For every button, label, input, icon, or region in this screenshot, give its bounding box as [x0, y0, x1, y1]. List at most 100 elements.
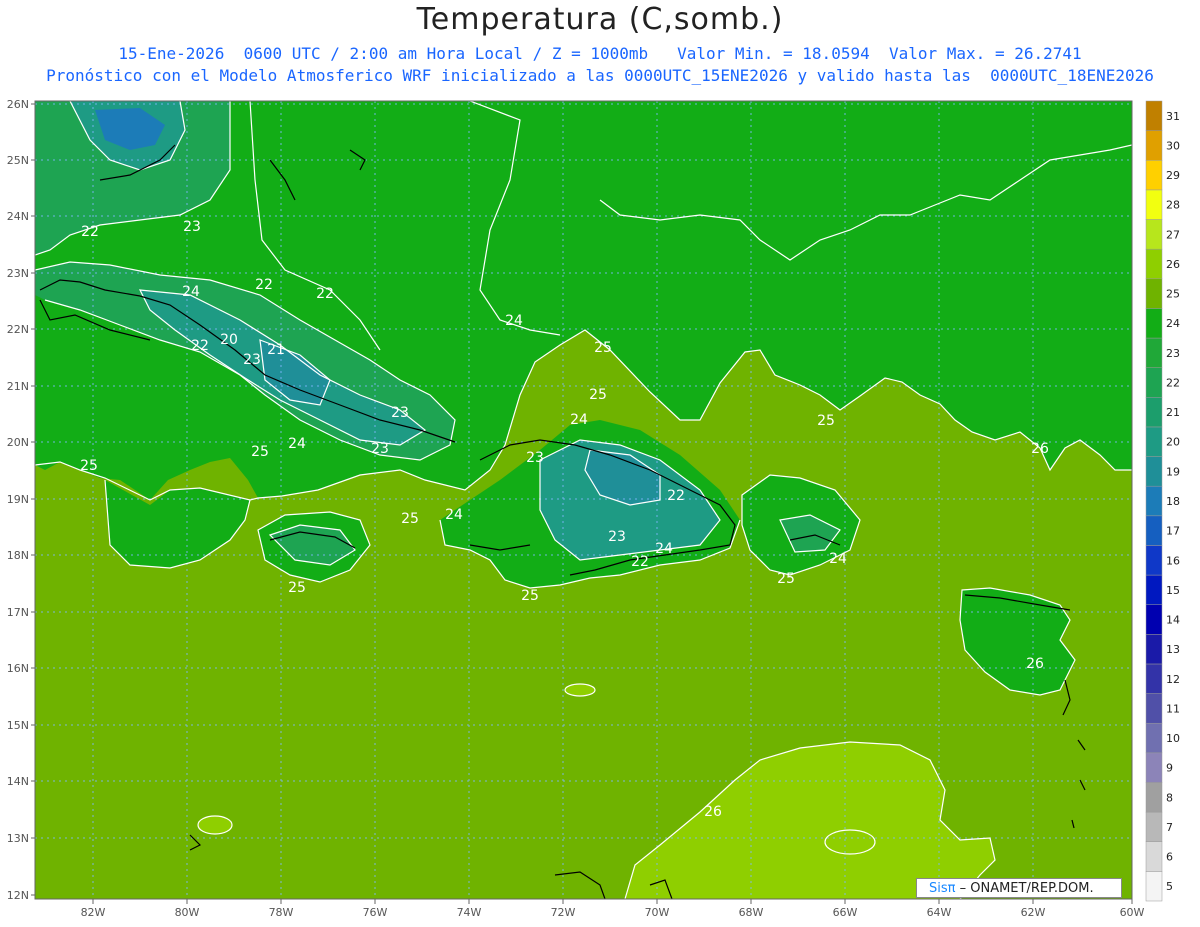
contour-label: 23	[371, 441, 389, 457]
contour-label: 25	[401, 511, 419, 527]
contour-label: 24	[445, 507, 463, 523]
colorbar-label: 23	[1166, 347, 1180, 360]
colorbar-swatch	[1145, 693, 1163, 724]
colorbar-swatch	[1145, 100, 1163, 131]
colorbar-swatch	[1145, 545, 1163, 576]
colorbar-label: 10	[1166, 732, 1180, 745]
latitude-tick-label: 19N	[7, 493, 29, 506]
latitude-tick-label: 18N	[7, 549, 29, 562]
contour-label: 22	[316, 286, 334, 302]
colorbar-swatch	[1145, 367, 1163, 398]
contour-label: 25	[589, 387, 607, 403]
credit-text: – ONAMET/REP.DOM.	[959, 881, 1094, 896]
credit-box: Sisπ – ONAMET/REP.DOM.	[916, 878, 1122, 898]
colorbar-label: 28	[1166, 199, 1180, 212]
longitude-tick-label: 70W	[645, 906, 670, 919]
colorbar-swatch	[1145, 752, 1163, 783]
contour-label: 21	[267, 342, 285, 358]
colorbar-swatch	[1145, 841, 1163, 872]
colorbar-swatch	[1145, 248, 1163, 280]
colorbar-label: 8	[1166, 791, 1173, 804]
latitude-tick-label: 15N	[7, 719, 29, 732]
latitude-axis: 12N 13N 14N 15N 16N 17N 18N 19N 20N 21N 22N 23N 24N 2…	[7, 98, 35, 902]
colorbar-swatch	[1145, 456, 1163, 487]
colorbar-label: 26	[1166, 258, 1180, 271]
colorbar-label: 31	[1166, 110, 1180, 123]
contour-label: 24	[655, 541, 673, 557]
contour-label: 24	[288, 436, 306, 452]
contour-label: 24	[570, 412, 588, 428]
colorbar-swatch	[1145, 574, 1163, 605]
latitude-tick-label: 16N	[7, 662, 29, 675]
colorbar-swatch	[1145, 871, 1163, 902]
map-plot-area: 22 2324 222322 2023212425 232225252425242322…	[35, 101, 1132, 899]
latitude-tick-label: 24N	[7, 210, 29, 223]
colorbar-label: 27	[1166, 228, 1180, 241]
colorbar-swatch	[1145, 485, 1163, 517]
contour-label: 26	[704, 804, 722, 820]
longitude-tick-label: 74W	[457, 906, 482, 919]
contour-label: 22	[631, 554, 649, 570]
contour-label: 25	[594, 340, 612, 356]
longitude-axis: 82W 80W 78W 76W 74W 72W 70W 68W 66W 64W 62W 60W	[81, 899, 1145, 919]
contour-label: 22	[255, 277, 273, 293]
colorbar-label: 7	[1166, 821, 1173, 834]
colorbar-label: 15	[1166, 584, 1180, 597]
colorbar-label: 20	[1166, 436, 1180, 449]
colorbar-swatch	[1145, 219, 1163, 250]
colorbar-label: 22	[1166, 376, 1180, 389]
contour-label: 23	[526, 450, 544, 466]
contour-label: 25	[817, 413, 835, 429]
colorbar-label: 21	[1166, 406, 1180, 419]
contour-label: 24	[829, 551, 847, 567]
contour-label: 25	[288, 580, 306, 596]
latitude-tick-label: 21N	[7, 380, 29, 393]
longitude-tick-label: 82W	[81, 906, 106, 919]
longitude-tick-label: 80W	[175, 906, 200, 919]
colorbar-swatch	[1145, 663, 1163, 694]
credit-brand: Sisπ	[929, 881, 956, 896]
contour-label: 20	[220, 332, 238, 348]
colorbar-swatch	[1145, 782, 1163, 813]
colorbar-label: 29	[1166, 169, 1180, 182]
latitude-tick-label: 22N	[7, 323, 29, 336]
colorbar-label: 16	[1166, 554, 1180, 567]
colorbar-label: 30	[1166, 139, 1180, 152]
colorbar-label: 18	[1166, 495, 1180, 508]
latitude-tick-label: 13N	[7, 832, 29, 845]
colorbar-swatch	[1145, 722, 1163, 754]
contour-label: 23	[243, 352, 261, 368]
colorbar-swatch	[1145, 130, 1163, 161]
colorbar-label: 11	[1166, 702, 1180, 715]
colorbar-swatch	[1145, 308, 1163, 339]
latitude-tick-label: 25N	[7, 154, 29, 167]
latitude-tick-label: 20N	[7, 436, 29, 449]
longitude-tick-label: 76W	[363, 906, 388, 919]
colorbar-swatch	[1145, 515, 1163, 546]
latitude-tick-label: 17N	[7, 606, 29, 619]
colorbar-label: 13	[1166, 643, 1180, 656]
contour-label: 23	[391, 405, 409, 421]
longitude-tick-label: 60W	[1120, 906, 1145, 919]
colorbar-swatch	[1145, 604, 1163, 635]
colorbar-label: 14	[1166, 614, 1180, 627]
colorbar-swatch	[1145, 634, 1163, 665]
contour-label: 22	[667, 488, 685, 504]
longitude-tick-label: 68W	[739, 906, 764, 919]
contour-label: 25	[80, 458, 98, 474]
contour-label: 25	[251, 444, 269, 460]
contour-label: 24	[182, 284, 200, 300]
colorbar-label: 5	[1166, 880, 1173, 893]
colorbar-swatch	[1145, 278, 1163, 309]
colorbar-label: 9	[1166, 762, 1173, 775]
colorbar-swatch	[1145, 337, 1163, 368]
contour-label: 26	[1026, 656, 1044, 672]
contour-label: 22	[191, 338, 209, 354]
longitude-tick-label: 72W	[551, 906, 576, 919]
colorbar-label: 25	[1166, 288, 1180, 301]
colorbar-swatch	[1145, 426, 1163, 457]
colorbar-swatch	[1145, 397, 1163, 428]
latitude-tick-label: 14N	[7, 775, 29, 788]
contour-label: 22	[81, 224, 99, 240]
longitude-tick-label: 62W	[1021, 906, 1046, 919]
